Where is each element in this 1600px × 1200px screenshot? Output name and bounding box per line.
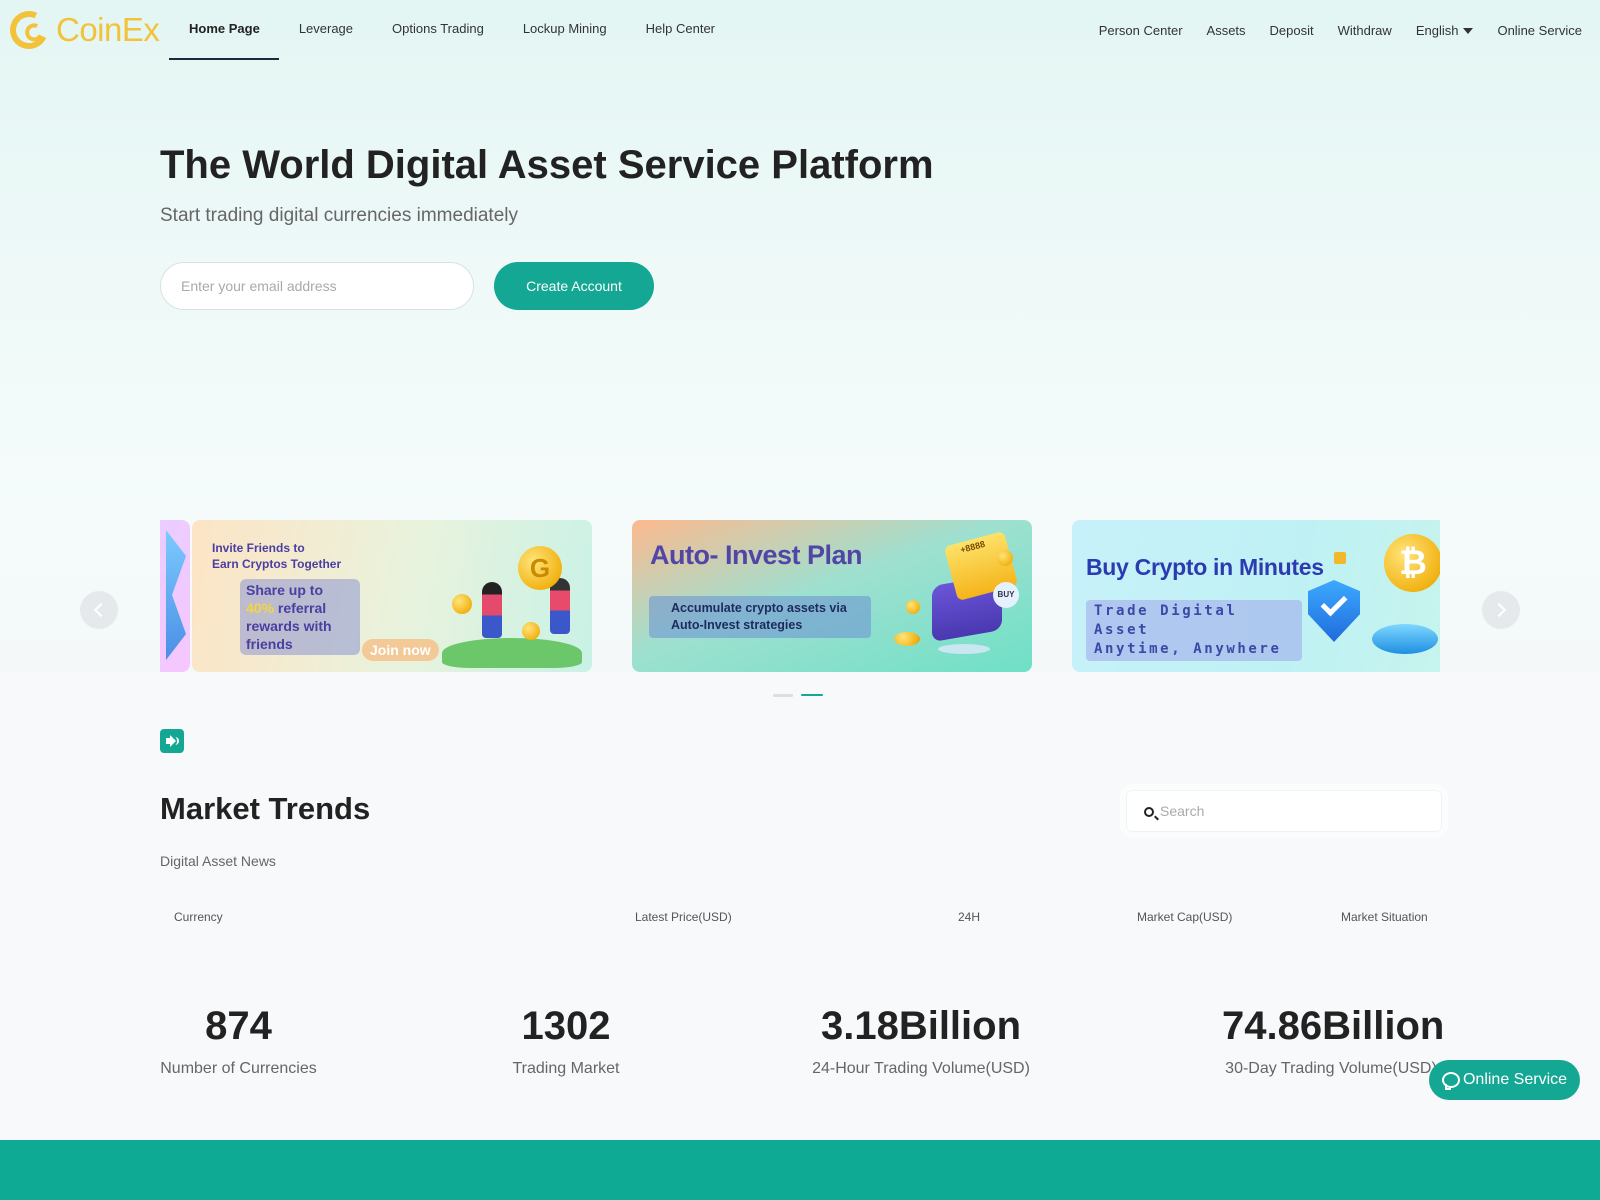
stat-value: 74.86Billion (1222, 1004, 1445, 1048)
hero-title: The World Digital Asset Service Platform (160, 143, 934, 187)
footer-band (0, 1140, 1600, 1200)
column-header-currency: Currency (174, 910, 223, 924)
user-nav: Person Center Assets Deposit Withdraw En… (1099, 0, 1582, 60)
banner-buy-crypto-title: Buy Crypto in Minutes (1086, 554, 1324, 580)
coin-icon (997, 550, 1013, 566)
email-input[interactable] (160, 262, 474, 310)
carousel-prev-button[interactable] (80, 591, 118, 629)
banner-buy-crypto-box: Trade Digital Asset Anytime, Anywhere (1086, 600, 1302, 661)
banner-auto-invest-box: Accumulate crypto assets via Auto-Invest… (649, 596, 871, 638)
main-nav: Home Page Leverage Options Trading Locku… (169, 0, 734, 60)
coin-icon (522, 622, 540, 640)
coinex-logo-icon (4, 5, 54, 55)
online-service-label: Online Service (1462, 1071, 1568, 1088)
banner-invite-highlight: 40% (246, 600, 275, 616)
banner-buy-crypto-line2: Anytime, Anywhere (1094, 641, 1282, 657)
nav-options-trading[interactable]: Options Trading (372, 0, 503, 60)
stat-30d-volume: 74.86Billion 30-Day Trading Volume(USD) (1222, 1004, 1445, 1078)
nav-online-service[interactable]: Online Service (1497, 23, 1582, 38)
lock-icon (1334, 552, 1346, 564)
caret-down-icon (1463, 28, 1474, 35)
nav-deposit[interactable]: Deposit (1270, 23, 1314, 38)
announcement-speaker-icon (160, 729, 184, 753)
brand-name: CoinEx (56, 11, 160, 48)
hero-subtitle: Start trading digital currencies immedia… (160, 205, 518, 226)
banner-invite-box-pre: Share up to (246, 582, 324, 598)
banner-invite-title: Invite Friends to Earn Cryptos Together (212, 540, 341, 572)
stat-value: 3.18Billion (820, 1004, 1022, 1048)
banner-invite-friends[interactable]: Invite Friends to Earn Cryptos Together … (192, 520, 592, 672)
stat-label: 30-Day Trading Volume(USD) (1225, 1060, 1437, 1077)
stat-value: 1302 (521, 1004, 611, 1048)
crystal-shard-icon (166, 530, 186, 660)
shadow-ellipse (938, 644, 990, 654)
banner-buy-crypto[interactable]: Buy Crypto in Minutes Trade Digital Asse… (1072, 520, 1440, 672)
online-service-float-button[interactable]: Online Service (1429, 1060, 1580, 1100)
nav-help-center[interactable]: Help Center (626, 0, 734, 60)
brand-logo[interactable]: CoinEx (4, 5, 160, 55)
column-header-market-situation: Market Situation (1341, 910, 1428, 924)
person-illustration-icon (550, 578, 570, 634)
nav-person-center[interactable]: Person Center (1099, 23, 1183, 38)
carousel-next-button[interactable] (1482, 591, 1520, 629)
column-header-24h: 24H (958, 910, 981, 924)
stat-label: 24-Hour Trading Volume(USD) (812, 1060, 1030, 1077)
language-label: English (1415, 22, 1459, 38)
stat-label: Trading Market (512, 1060, 620, 1077)
bitcoin-icon: ₿ (1384, 534, 1440, 592)
stat-currencies: 874 Number of Currencies (160, 1004, 317, 1078)
pedestal-illustration (1372, 624, 1438, 654)
banner-invite-box: Share up to 40% referral rewards with fr… (240, 579, 360, 655)
stat-label: Number of Currencies (160, 1060, 317, 1077)
stat-24h-volume: 3.18Billion 24-Hour Trading Volume(USD) (812, 1004, 1030, 1078)
language-selector[interactable]: English (1416, 23, 1474, 38)
column-header-market-cap: Market Cap(USD) (1137, 910, 1233, 924)
chevron-left-icon (93, 602, 109, 618)
carousel-dot-1[interactable] (773, 694, 793, 697)
nav-leverage[interactable]: Leverage (279, 0, 372, 60)
nav-home-page[interactable]: Home Page (169, 0, 279, 60)
carousel-pagination (773, 694, 823, 697)
join-now-button[interactable]: Join now (362, 639, 439, 661)
speaker-body-shape (165, 735, 176, 747)
banner-auto-invest-title: Auto- Invest Plan (650, 540, 863, 570)
banner-auto-invest[interactable]: Auto- Invest Plan Accumulate crypto asse… (632, 520, 1032, 672)
banner-invite-title-line1: Invite Friends to (212, 541, 305, 555)
nav-withdraw[interactable]: Withdraw (1338, 23, 1392, 38)
person-illustration-icon (482, 582, 502, 638)
stat-trading-market: 1302 Trading Market (512, 1004, 620, 1078)
stat-value: 874 (205, 1004, 272, 1048)
banner-invite-title-line2: Earn Cryptos Together (212, 557, 342, 571)
banner-buy-crypto-line1: Trade Digital Asset (1094, 603, 1238, 638)
nav-assets[interactable]: Assets (1207, 23, 1246, 38)
column-header-latest-price: Latest Price(USD) (635, 910, 732, 924)
coin-icon (906, 600, 920, 614)
nav-lockup-mining[interactable]: Lockup Mining (503, 0, 626, 60)
chat-icon (1441, 1072, 1460, 1090)
digital-asset-news-link[interactable]: Digital Asset News (160, 853, 276, 869)
grass-illustration (442, 638, 582, 668)
market-trends-title: Market Trends (160, 791, 371, 826)
market-search-input[interactable] (1160, 798, 1430, 824)
chevron-right-icon (1491, 602, 1507, 618)
create-account-button[interactable]: Create Account (494, 262, 654, 310)
banner-partial[interactable] (160, 520, 190, 672)
buy-badge: BUY (993, 582, 1019, 608)
market-search-box (1120, 784, 1448, 838)
carousel-dot-2[interactable] (801, 694, 823, 696)
search-icon (1144, 807, 1154, 817)
top-navbar: CoinEx Home Page Leverage Options Tradin… (0, 0, 1600, 60)
coin-icon: G (518, 546, 562, 590)
coin-icon (894, 632, 920, 646)
coin-icon (452, 594, 472, 614)
promo-carousel: Invite Friends to Earn Cryptos Together … (160, 520, 1440, 673)
